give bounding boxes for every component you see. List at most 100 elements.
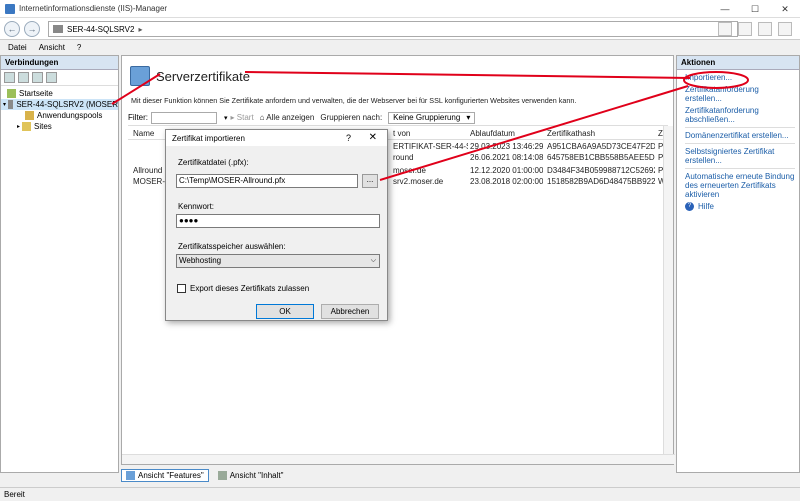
password-input[interactable]: ●●●● [176, 214, 380, 228]
content-view-icon [217, 470, 227, 480]
save-icon[interactable] [18, 72, 29, 83]
forward-arrow-icon[interactable]: → [24, 20, 40, 37]
help-icon[interactable] [778, 22, 792, 36]
cell-expires: 23.08.2018 02:00:00 [470, 177, 544, 186]
action-complete-request[interactable]: Zertifikatanforderung abschließen... [685, 106, 795, 124]
cell-expires: 12.12.2020 01:00:00 [470, 166, 544, 175]
store-label: Zertifikatsspeicher auswählen: [178, 242, 286, 251]
show-all-label: Alle anzeigen [266, 113, 315, 122]
features-view-icon [126, 470, 135, 480]
server-certificates-icon [130, 66, 150, 86]
cancel-button[interactable]: Abbrechen [321, 304, 379, 319]
iis-app-icon [5, 3, 15, 14]
tree-label-apppools: Anwendungspools [37, 111, 103, 120]
tree-item-sites[interactable]: ▸ Sites [1, 121, 118, 132]
browse-button[interactable]: ... [362, 174, 378, 188]
collapse-chevron-icon[interactable]: ▸ [17, 123, 20, 130]
action-auto-rebind[interactable]: Automatische erneute Bindung des erneuer… [685, 172, 795, 199]
menu-bar: Datei Ansicht ? [0, 40, 800, 54]
column-header-hash[interactable]: Zertifikathash [547, 129, 595, 138]
cell-hash: A951CBA6A9A5D73CE47F2D8... [547, 142, 655, 151]
tree-item-server[interactable]: ▾ SER-44-SQLSRV2 (MOSER [1, 99, 118, 110]
certificate-store-value: Webhosting [179, 256, 222, 265]
vertical-scrollbar[interactable] [663, 126, 673, 456]
cell-issuer: round [393, 153, 414, 162]
filter-input[interactable] [151, 111, 217, 124]
action-help-label: Hilfe [698, 202, 715, 211]
start-page-icon [7, 89, 16, 98]
back-arrow-icon[interactable]: ← [4, 20, 20, 37]
view-tabs: Ansicht "Features" Ansicht "Inhalt" [121, 467, 288, 483]
server-icon [8, 100, 14, 109]
tree-item-apppools[interactable]: Anwendungspools [1, 110, 118, 121]
action-help[interactable]: ? Hilfe [685, 202, 795, 211]
action-domain-certificate[interactable]: Domänenzertifikat erstellen... [685, 131, 795, 140]
actions-header: Aktionen [677, 56, 799, 70]
action-create-request[interactable]: Zertifikatanforderung erstellen... [685, 85, 795, 103]
title-bar: Internetinformationsdienste (IIS)-Manage… [0, 0, 800, 18]
start-label: Start [236, 113, 254, 122]
action-import[interactable]: Importieren... [685, 73, 795, 82]
connections-pane: Verbindungen Startseite ▾ SER-44-SQLSRV2… [0, 55, 119, 473]
tab-features-label: Ansicht "Features" [138, 470, 204, 480]
column-header-issuer[interactable]: t von [393, 129, 410, 138]
dialog-close-button[interactable]: ✕ [369, 132, 377, 143]
home-icon[interactable] [758, 22, 772, 36]
cell-hash: 645758EB1CBB558B5AEE5D99... [547, 153, 655, 162]
tree-label-start: Startseite [19, 89, 53, 98]
cell-hash: D3484F34B059988712C52692A... [547, 166, 655, 175]
status-bar: Bereit [0, 487, 800, 501]
export-checkbox[interactable] [177, 284, 186, 293]
address-bar: ← → SER-44-SQLSRV2 ▸ [0, 18, 800, 40]
up-icon[interactable] [32, 72, 43, 83]
page-title-row: Serverzertifikate [130, 66, 250, 86]
expand-chevron-icon[interactable]: ▾ [3, 101, 6, 108]
maximize-button[interactable]: ☐ [740, 0, 770, 18]
tree-item-start[interactable]: Startseite [1, 88, 118, 99]
breadcrumb-server[interactable]: SER-44-SQLSRV2 [67, 25, 134, 34]
refresh-icon[interactable] [718, 22, 732, 36]
group-by-select[interactable]: Keine Gruppierung ▾ [388, 111, 476, 124]
divider [685, 168, 795, 169]
stop-icon[interactable] [738, 22, 752, 36]
cell-expires: 29.03.2023 13:46:29 [470, 142, 544, 151]
refresh-tree-icon[interactable] [46, 72, 57, 83]
page-description: Mit dieser Funktion können Sie Zertifika… [131, 96, 577, 105]
start-button[interactable]: ▸ Start [231, 113, 254, 122]
import-certificate-dialog: Zertifikat importieren ? ✕ Zertifikatdat… [165, 129, 388, 321]
menu-ansicht[interactable]: Ansicht [39, 43, 65, 52]
filter-dropdown-icon[interactable]: ▾ [224, 114, 228, 122]
dialog-help-button[interactable]: ? [346, 133, 351, 143]
action-self-signed[interactable]: Selbstsigniertes Zertifikat erstellen... [685, 147, 795, 165]
breadcrumb[interactable]: SER-44-SQLSRV2 ▸ [48, 21, 738, 37]
horizontal-scrollbar[interactable] [122, 454, 675, 464]
divider [685, 143, 795, 144]
tab-content-view[interactable]: Ansicht "Inhalt" [213, 469, 289, 482]
close-button[interactable]: ✕ [770, 0, 800, 18]
minimize-button[interactable]: — [710, 0, 740, 18]
show-all-button[interactable]: ⌂ Alle anzeigen [260, 113, 315, 122]
group-by-label: Gruppieren nach: [320, 113, 383, 122]
connections-header: Verbindungen [1, 56, 118, 70]
menu-help[interactable]: ? [77, 43, 81, 52]
divider [685, 127, 795, 128]
column-header-name[interactable]: Name [133, 129, 154, 138]
server-icon [53, 25, 63, 33]
chevron-down-icon: ⌵ [370, 257, 376, 264]
sites-folder-icon [22, 122, 32, 131]
ok-button[interactable]: OK [256, 304, 314, 319]
connect-icon[interactable] [4, 72, 15, 83]
certificate-store-select[interactable]: Webhosting ⌵ [176, 254, 380, 268]
tree-label-sites: Sites [34, 122, 52, 131]
dialog-title: Zertifikat importieren [172, 133, 245, 143]
export-checkbox-row[interactable]: Export dieses Zertifikats zulassen [177, 284, 309, 293]
tree-label-server: SER-44-SQLSRV2 (MOSER [16, 100, 118, 109]
page-title: Serverzertifikate [156, 68, 250, 84]
menu-datei[interactable]: Datei [8, 43, 27, 52]
certificate-file-input[interactable]: C:\Temp\MOSER-Allround.pfx [176, 174, 358, 188]
app-pools-icon [25, 111, 34, 120]
tab-features-view[interactable]: Ansicht "Features" [121, 468, 209, 482]
dialog-title-bar: Zertifikat importieren ? ✕ [166, 130, 387, 146]
help-circle-icon: ? [685, 202, 694, 211]
column-header-expires[interactable]: Ablaufdatum [470, 129, 515, 138]
